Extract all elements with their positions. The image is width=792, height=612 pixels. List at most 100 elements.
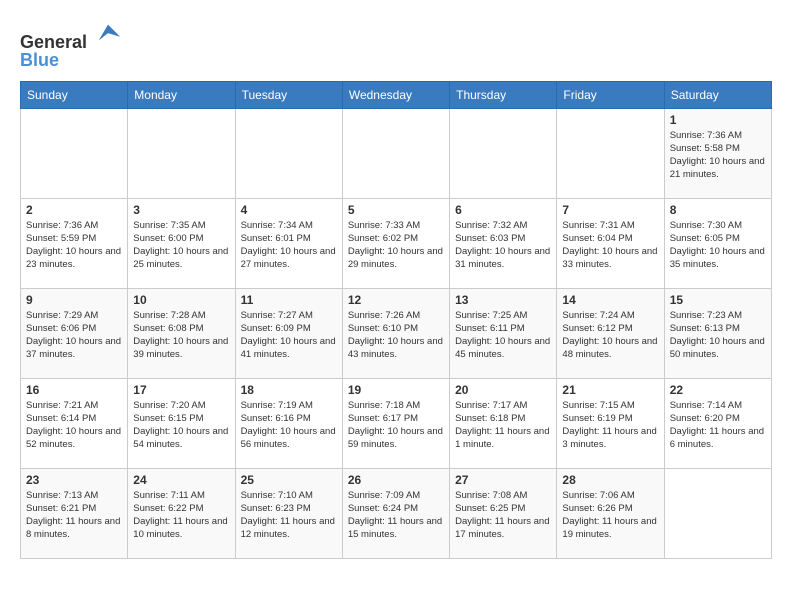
calendar-cell: 14 Sunrise: 7:24 AM Sunset: 6:12 PM Dayli… xyxy=(557,288,664,378)
day-number: 17 xyxy=(133,383,229,397)
day-info: Sunrise: 7:36 AM Sunset: 5:58 PM Dayligh… xyxy=(670,129,766,182)
day-number: 23 xyxy=(26,473,122,487)
calendar-cell: 28 Sunrise: 7:06 AM Sunset: 6:26 PM Dayli… xyxy=(557,468,664,558)
day-info: Sunrise: 7:30 AM Sunset: 6:05 PM Dayligh… xyxy=(670,219,766,272)
weekday-header: Saturday xyxy=(664,81,771,108)
day-number: 27 xyxy=(455,473,551,487)
day-number: 26 xyxy=(348,473,444,487)
day-info: Sunrise: 7:25 AM Sunset: 6:11 PM Dayligh… xyxy=(455,309,551,362)
calendar-cell: 17 Sunrise: 7:20 AM Sunset: 6:15 PM Dayli… xyxy=(128,378,235,468)
day-number: 18 xyxy=(241,383,337,397)
day-number: 3 xyxy=(133,203,229,217)
calendar-cell: 16 Sunrise: 7:21 AM Sunset: 6:14 PM Dayli… xyxy=(21,378,128,468)
calendar-week-row: 23 Sunrise: 7:13 AM Sunset: 6:21 PM Dayli… xyxy=(21,468,772,558)
calendar-week-row: 1Sunrise: 7:36 AM Sunset: 5:58 PM Daylig… xyxy=(21,108,772,198)
calendar-cell xyxy=(128,108,235,198)
day-info: Sunrise: 7:27 AM Sunset: 6:09 PM Dayligh… xyxy=(241,309,337,362)
logo-bird-icon xyxy=(94,20,122,48)
day-number: 7 xyxy=(562,203,658,217)
calendar-cell: 2 Sunrise: 7:36 AM Sunset: 5:59 PM Daylig… xyxy=(21,198,128,288)
weekday-header: Friday xyxy=(557,81,664,108)
day-number: 2 xyxy=(26,203,122,217)
day-info: Sunrise: 7:15 AM Sunset: 6:19 PM Dayligh… xyxy=(562,399,658,452)
calendar-cell: 5 Sunrise: 7:33 AM Sunset: 6:02 PM Daylig… xyxy=(342,198,449,288)
day-number: 11 xyxy=(241,293,337,307)
day-number: 5 xyxy=(348,203,444,217)
day-info: Sunrise: 7:33 AM Sunset: 6:02 PM Dayligh… xyxy=(348,219,444,272)
day-number: 19 xyxy=(348,383,444,397)
calendar-cell xyxy=(450,108,557,198)
calendar-cell: 4 Sunrise: 7:34 AM Sunset: 6:01 PM Daylig… xyxy=(235,198,342,288)
calendar-cell xyxy=(342,108,449,198)
calendar-cell: 13 Sunrise: 7:25 AM Sunset: 6:11 PM Dayli… xyxy=(450,288,557,378)
day-number: 4 xyxy=(241,203,337,217)
calendar-cell: 10 Sunrise: 7:28 AM Sunset: 6:08 PM Dayli… xyxy=(128,288,235,378)
day-info: Sunrise: 7:20 AM Sunset: 6:15 PM Dayligh… xyxy=(133,399,229,452)
calendar-cell: 7 Sunrise: 7:31 AM Sunset: 6:04 PM Daylig… xyxy=(557,198,664,288)
calendar-cell: 20 Sunrise: 7:17 AM Sunset: 6:18 PM Dayli… xyxy=(450,378,557,468)
calendar-cell xyxy=(235,108,342,198)
day-info: Sunrise: 7:18 AM Sunset: 6:17 PM Dayligh… xyxy=(348,399,444,452)
day-number: 9 xyxy=(26,293,122,307)
day-info: Sunrise: 7:24 AM Sunset: 6:12 PM Dayligh… xyxy=(562,309,658,362)
calendar-cell: 9Sunrise: 7:29 AM Sunset: 6:06 PM Daylig… xyxy=(21,288,128,378)
calendar-cell xyxy=(557,108,664,198)
calendar-cell: 25Sunrise: 7:10 AM Sunset: 6:23 PM Dayli… xyxy=(235,468,342,558)
calendar-week-row: 9Sunrise: 7:29 AM Sunset: 6:06 PM Daylig… xyxy=(21,288,772,378)
calendar-cell: 12 Sunrise: 7:26 AM Sunset: 6:10 PM Dayli… xyxy=(342,288,449,378)
weekday-header: Monday xyxy=(128,81,235,108)
day-info: Sunrise: 7:19 AM Sunset: 6:16 PM Dayligh… xyxy=(241,399,337,452)
day-number: 21 xyxy=(562,383,658,397)
day-info: Sunrise: 7:06 AM Sunset: 6:26 PM Dayligh… xyxy=(562,489,658,542)
calendar-cell: 15 Sunrise: 7:23 AM Sunset: 6:13 PM Dayli… xyxy=(664,288,771,378)
calendar-cell xyxy=(664,468,771,558)
day-info: Sunrise: 7:28 AM Sunset: 6:08 PM Dayligh… xyxy=(133,309,229,362)
day-info: Sunrise: 7:35 AM Sunset: 6:00 PM Dayligh… xyxy=(133,219,229,272)
day-info: Sunrise: 7:23 AM Sunset: 6:13 PM Dayligh… xyxy=(670,309,766,362)
day-number: 14 xyxy=(562,293,658,307)
day-number: 20 xyxy=(455,383,551,397)
calendar-cell: 1Sunrise: 7:36 AM Sunset: 5:58 PM Daylig… xyxy=(664,108,771,198)
calendar-week-row: 2 Sunrise: 7:36 AM Sunset: 5:59 PM Daylig… xyxy=(21,198,772,288)
calendar-cell: 6 Sunrise: 7:32 AM Sunset: 6:03 PM Daylig… xyxy=(450,198,557,288)
day-number: 6 xyxy=(455,203,551,217)
day-number: 28 xyxy=(562,473,658,487)
calendar-cell: 19 Sunrise: 7:18 AM Sunset: 6:17 PM Dayli… xyxy=(342,378,449,468)
calendar-cell: 18 Sunrise: 7:19 AM Sunset: 6:16 PM Dayli… xyxy=(235,378,342,468)
calendar-week-row: 16 Sunrise: 7:21 AM Sunset: 6:14 PM Dayli… xyxy=(21,378,772,468)
day-info: Sunrise: 7:21 AM Sunset: 6:14 PM Dayligh… xyxy=(26,399,122,452)
day-number: 24 xyxy=(133,473,229,487)
day-info: Sunrise: 7:09 AM Sunset: 6:24 PM Dayligh… xyxy=(348,489,444,542)
day-info: Sunrise: 7:11 AM Sunset: 6:22 PM Dayligh… xyxy=(133,489,229,542)
calendar-table: SundayMondayTuesdayWednesdayThursdayFrid… xyxy=(20,81,772,559)
weekday-header: Wednesday xyxy=(342,81,449,108)
day-number: 12 xyxy=(348,293,444,307)
logo-blue: Blue xyxy=(20,50,59,70)
calendar-cell xyxy=(21,108,128,198)
day-number: 15 xyxy=(670,293,766,307)
day-info: Sunrise: 7:13 AM Sunset: 6:21 PM Dayligh… xyxy=(26,489,122,542)
day-number: 13 xyxy=(455,293,551,307)
calendar-cell: 26 Sunrise: 7:09 AM Sunset: 6:24 PM Dayli… xyxy=(342,468,449,558)
day-info: Sunrise: 7:32 AM Sunset: 6:03 PM Dayligh… xyxy=(455,219,551,272)
day-number: 10 xyxy=(133,293,229,307)
day-info: Sunrise: 7:08 AM Sunset: 6:25 PM Dayligh… xyxy=(455,489,551,542)
calendar-cell: 23 Sunrise: 7:13 AM Sunset: 6:21 PM Dayli… xyxy=(21,468,128,558)
day-info: Sunrise: 7:34 AM Sunset: 6:01 PM Dayligh… xyxy=(241,219,337,272)
calendar-cell: 11 Sunrise: 7:27 AM Sunset: 6:09 PM Dayli… xyxy=(235,288,342,378)
day-info: Sunrise: 7:17 AM Sunset: 6:18 PM Dayligh… xyxy=(455,399,551,452)
page-header: General Blue xyxy=(20,20,772,71)
day-info: Sunrise: 7:26 AM Sunset: 6:10 PM Dayligh… xyxy=(348,309,444,362)
day-number: 16 xyxy=(26,383,122,397)
day-info: Sunrise: 7:31 AM Sunset: 6:04 PM Dayligh… xyxy=(562,219,658,272)
day-info: Sunrise: 7:36 AM Sunset: 5:59 PM Dayligh… xyxy=(26,219,122,272)
weekday-header: Tuesday xyxy=(235,81,342,108)
day-number: 25 xyxy=(241,473,337,487)
day-number: 22 xyxy=(670,383,766,397)
weekday-header: Sunday xyxy=(21,81,128,108)
weekday-header: Thursday xyxy=(450,81,557,108)
calendar-cell: 3 Sunrise: 7:35 AM Sunset: 6:00 PM Daylig… xyxy=(128,198,235,288)
calendar-cell: 24 Sunrise: 7:11 AM Sunset: 6:22 PM Dayli… xyxy=(128,468,235,558)
calendar-cell: 8Sunrise: 7:30 AM Sunset: 6:05 PM Daylig… xyxy=(664,198,771,288)
calendar-cell: 22Sunrise: 7:14 AM Sunset: 6:20 PM Dayli… xyxy=(664,378,771,468)
